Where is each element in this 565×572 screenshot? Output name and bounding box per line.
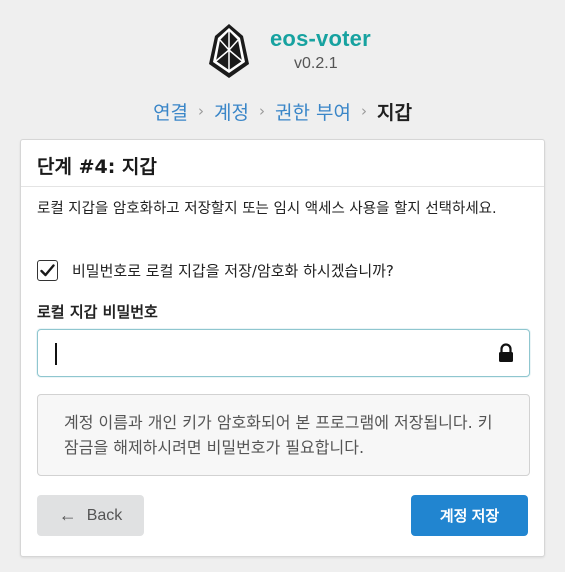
encrypt-checkbox-label[interactable]: 비밀번호로 로컬 지갑을 저장/암호화 하시겠습니까? bbox=[72, 260, 394, 281]
step-title: 단계 #4: 지갑 bbox=[37, 156, 157, 178]
info-message-text: 계정 이름과 개인 키가 암호화되어 본 프로그램에 저장됩니다. 키 잠금을 … bbox=[64, 413, 493, 457]
divider bbox=[21, 186, 544, 187]
app-header: eos-voter v0.2.1 bbox=[0, 0, 565, 90]
eos-logo-icon bbox=[209, 24, 249, 78]
breadcrumb-item-account[interactable]: 계정 bbox=[214, 98, 249, 125]
password-field-label: 로컬 지갑 비밀번호 bbox=[37, 303, 158, 321]
step-description: 로컬 지갑을 암호화하고 저장할지 또는 임시 액세스 사용을 할지 선택하세요… bbox=[37, 201, 497, 217]
chevron-right-icon: › bbox=[259, 102, 265, 120]
encrypt-checkbox[interactable] bbox=[37, 259, 58, 281]
save-account-button[interactable]: 계정 저장 bbox=[411, 495, 528, 536]
breadcrumb-item-wallet: 지갑 bbox=[376, 101, 412, 124]
lock-icon bbox=[499, 343, 513, 362]
info-message: 계정 이름과 개인 키가 암호화되어 본 프로그램에 저장됩니다. 키 잠금을 … bbox=[37, 394, 530, 476]
breadcrumb: 연결 › 계정 › 권한 부여 › 지갑 bbox=[0, 96, 565, 126]
wallet-step-card: 단계 #4: 지갑 로컬 지갑을 암호화하고 저장할지 또는 임시 액세스 사용… bbox=[20, 139, 545, 557]
app-name: eos-voter bbox=[270, 26, 371, 51]
arrow-left-icon: ← bbox=[58, 505, 77, 525]
breadcrumb-item-connect[interactable]: 연결 bbox=[153, 98, 188, 125]
breadcrumb-item-authorization[interactable]: 권한 부여 bbox=[275, 98, 351, 125]
chevron-right-icon: › bbox=[360, 102, 367, 120]
text-cursor bbox=[55, 343, 57, 365]
back-button[interactable]: ← Back bbox=[37, 495, 144, 536]
back-button-label: Back bbox=[86, 506, 123, 524]
chevron-right-icon: › bbox=[198, 102, 205, 120]
checkmark-icon bbox=[40, 263, 55, 276]
app-version: v0.2.1 bbox=[294, 55, 338, 72]
encrypt-checkbox-row[interactable]: 비밀번호로 로컬 지갑을 저장/암호화 하시겠습니까? bbox=[37, 258, 394, 282]
wallet-password-input[interactable] bbox=[37, 329, 530, 377]
